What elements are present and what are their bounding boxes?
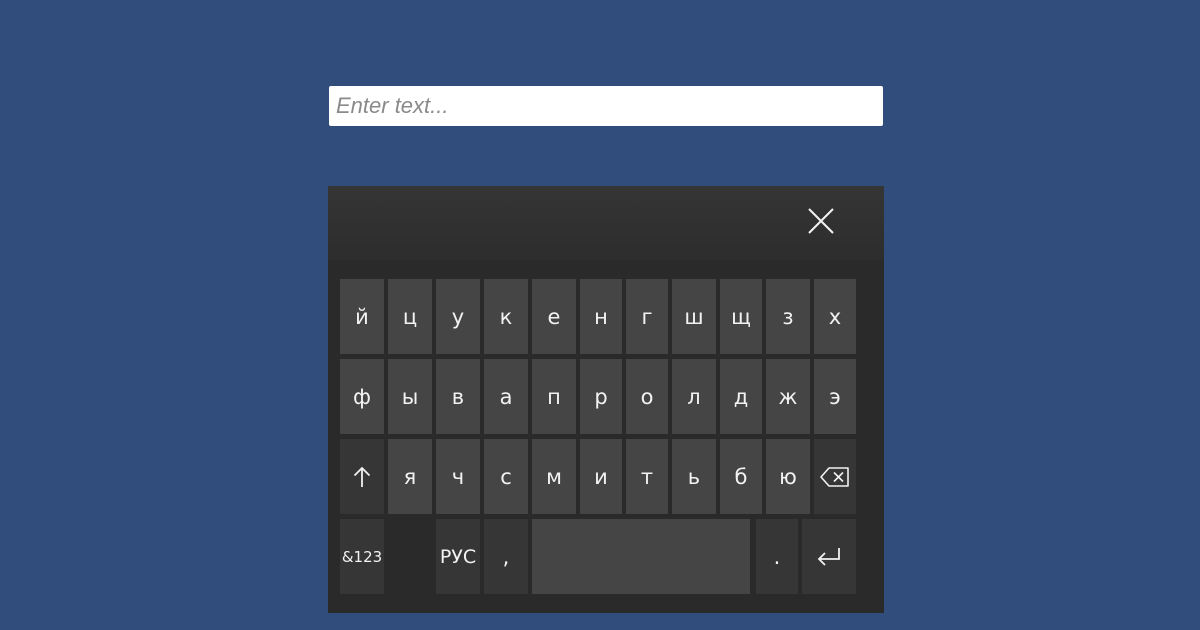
key-letter[interactable]: э (814, 359, 856, 434)
space-key[interactable] (532, 519, 750, 594)
key-letter[interactable]: п (532, 359, 576, 434)
key-letter[interactable]: р (580, 359, 622, 434)
key-letter[interactable]: к (484, 279, 528, 354)
key-letter[interactable]: с (484, 439, 528, 514)
comma-key[interactable]: , (484, 519, 528, 594)
key-letter[interactable]: в (436, 359, 480, 434)
key-letter[interactable]: ю (766, 439, 810, 514)
key-letter[interactable]: т (626, 439, 668, 514)
period-key[interactable]: . (756, 519, 798, 594)
key-letter[interactable]: н (580, 279, 622, 354)
symbols-key[interactable]: &123 (340, 519, 384, 594)
close-keyboard-button[interactable] (798, 200, 844, 246)
backspace-key[interactable] (814, 439, 856, 514)
language-key[interactable]: РУС (436, 519, 480, 594)
text-input[interactable] (329, 86, 883, 126)
key-letter[interactable]: щ (720, 279, 762, 354)
key-letter[interactable]: ы (388, 359, 432, 434)
key-letter[interactable]: л (672, 359, 716, 434)
key-letter[interactable]: б (720, 439, 762, 514)
key-letter[interactable]: д (720, 359, 762, 434)
key-letter[interactable]: й (340, 279, 384, 354)
key-letter[interactable]: м (532, 439, 576, 514)
on-screen-keyboard: й ц у к е н г ш щ з х ф ы в а п р о л д … (328, 186, 884, 613)
key-letter[interactable]: у (436, 279, 480, 354)
key-letter[interactable]: ф (340, 359, 384, 434)
close-icon (807, 207, 835, 239)
key-letter[interactable]: о (626, 359, 668, 434)
key-letter[interactable]: ч (436, 439, 480, 514)
key-letter[interactable]: з (766, 279, 810, 354)
key-letter[interactable]: г (626, 279, 668, 354)
key-letter[interactable]: а (484, 359, 528, 434)
keyboard-header (328, 186, 884, 260)
backspace-icon (820, 466, 850, 487)
key-letter[interactable]: е (532, 279, 576, 354)
key-letter[interactable]: ь (672, 439, 716, 514)
key-letter[interactable]: и (580, 439, 622, 514)
key-letter[interactable]: ц (388, 279, 432, 354)
key-letter[interactable]: ш (672, 279, 716, 354)
shift-key[interactable] (340, 439, 384, 514)
key-letter[interactable]: ж (766, 359, 810, 434)
enter-key[interactable] (802, 519, 856, 594)
key-letter[interactable]: х (814, 279, 856, 354)
key-letter[interactable]: я (388, 439, 432, 514)
enter-icon (816, 546, 842, 568)
arrow-up-icon (353, 466, 371, 488)
